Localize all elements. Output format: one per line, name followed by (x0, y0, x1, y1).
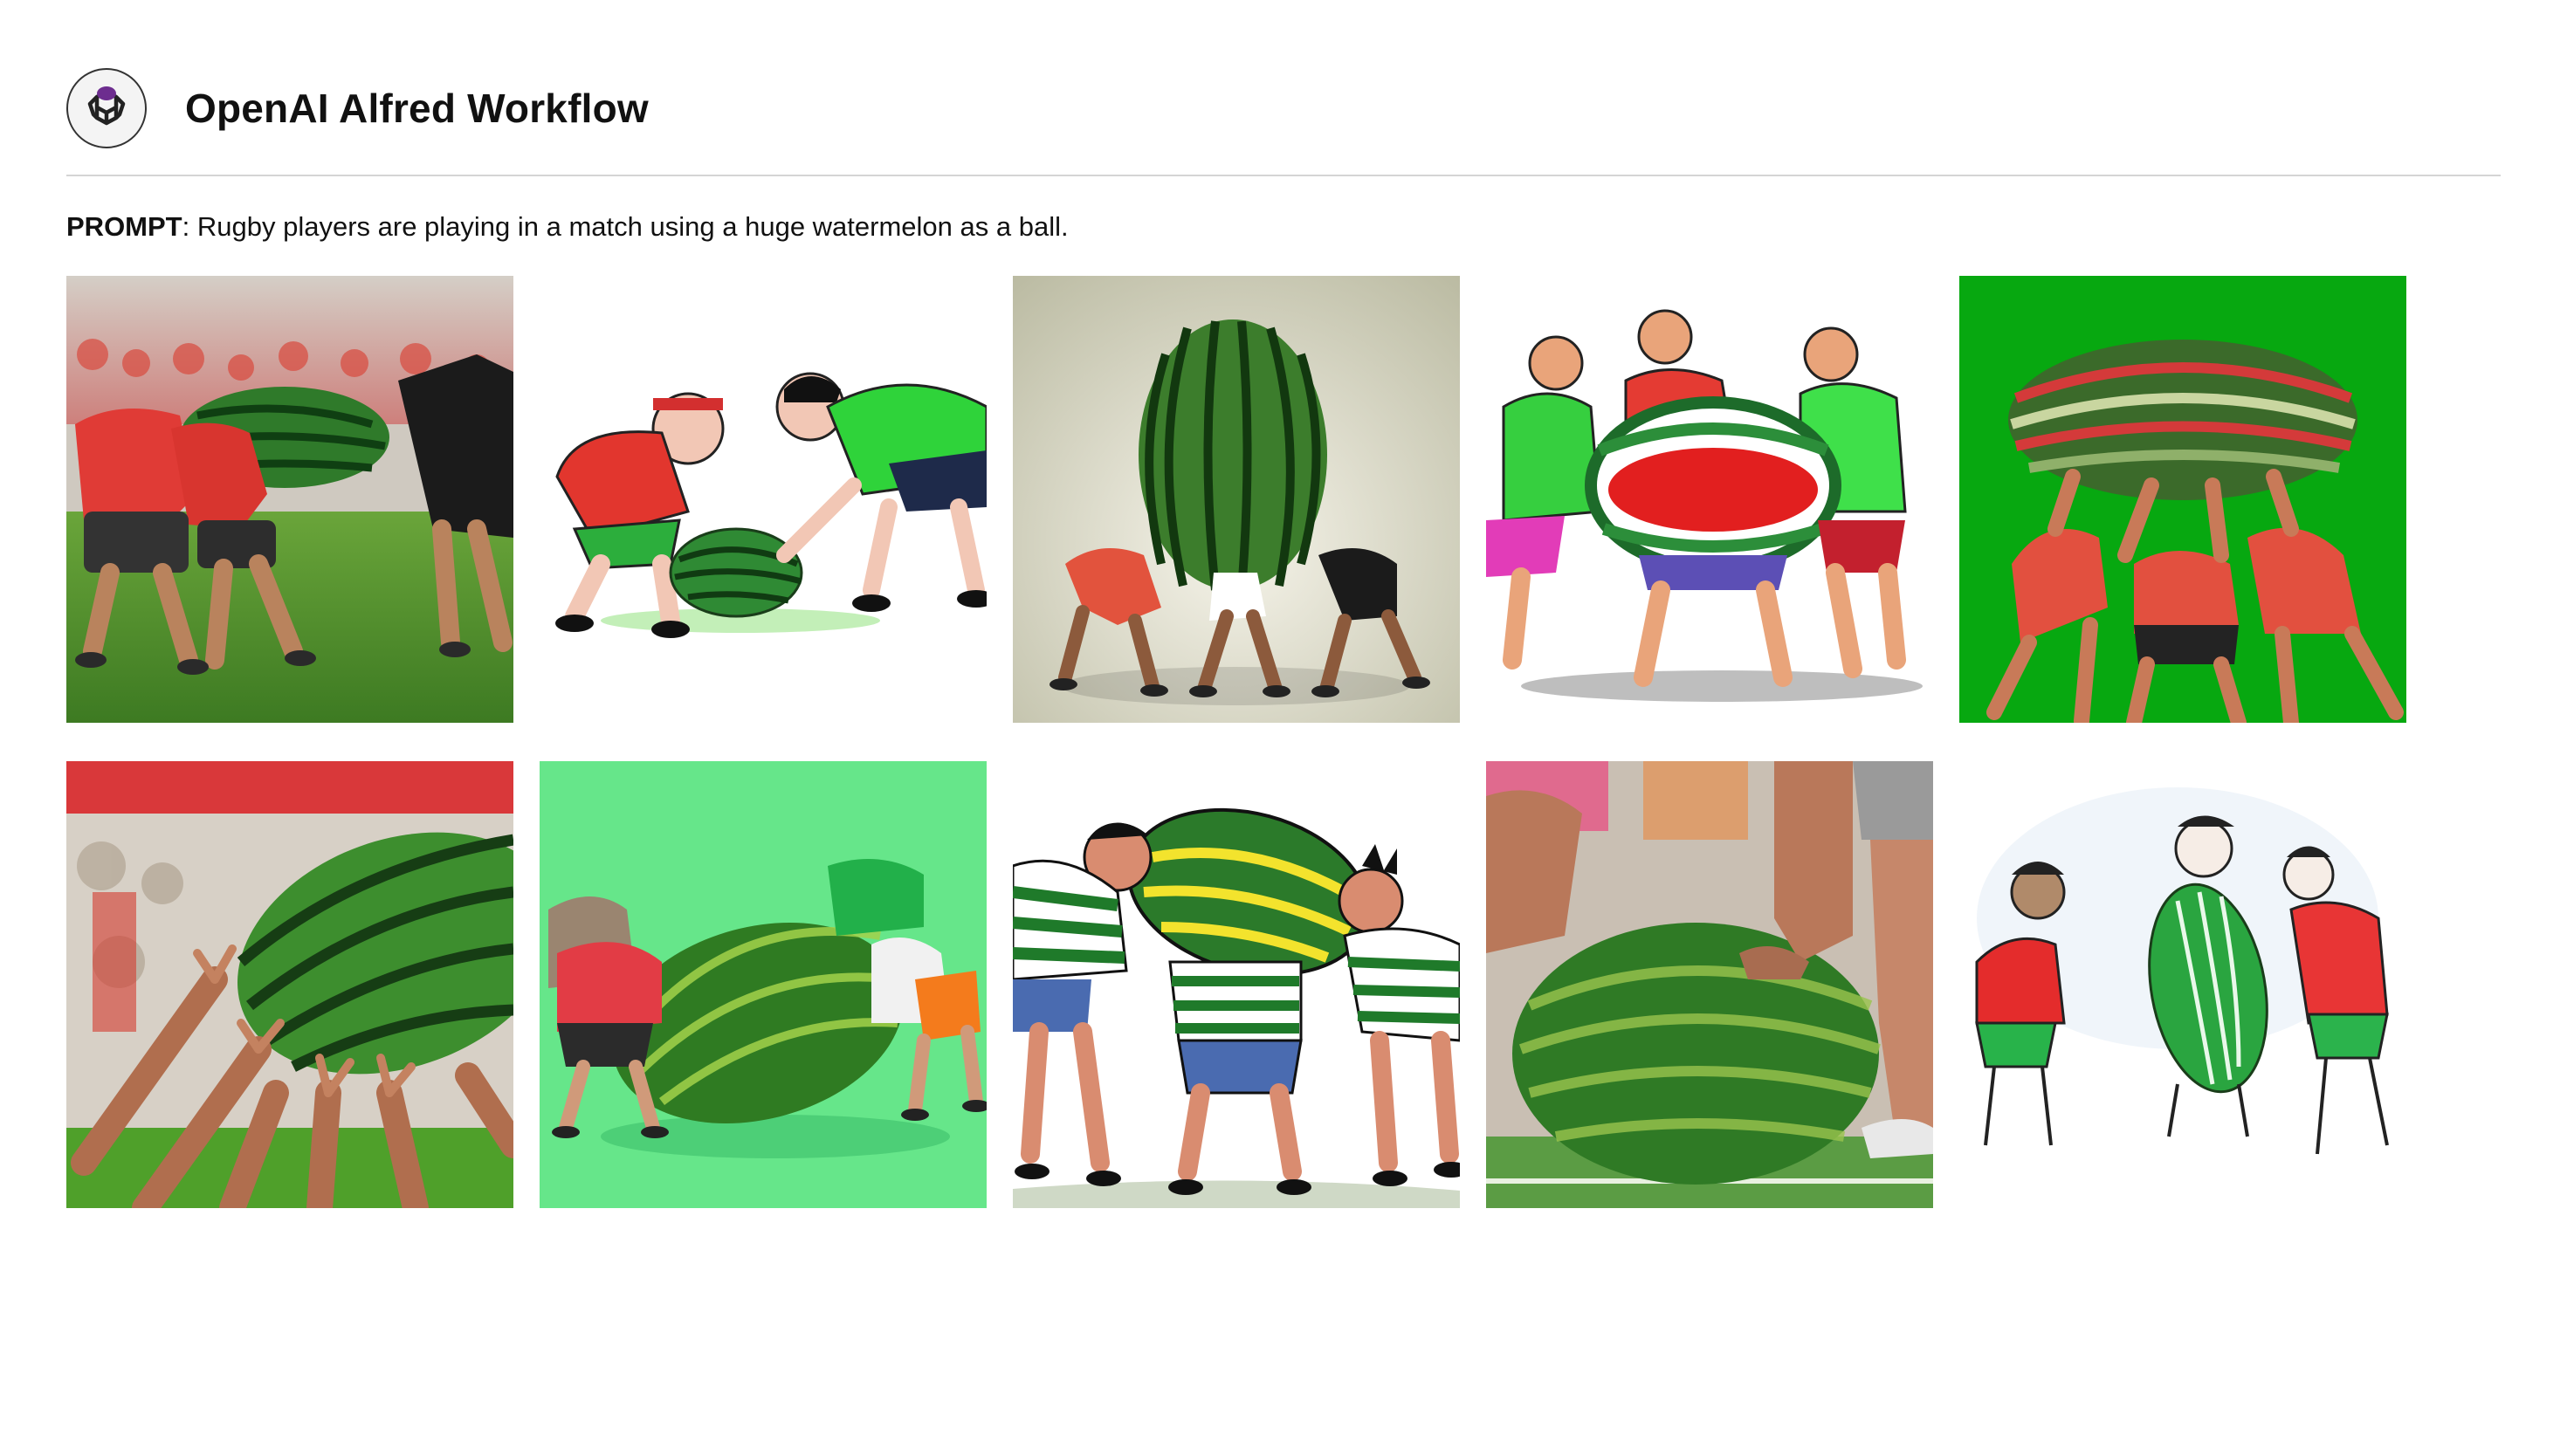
generated-image-4[interactable] (1486, 276, 1933, 723)
generated-image-8[interactable] (1013, 761, 1460, 1208)
prompt-label: PROMPT (66, 211, 182, 242)
generated-image-1[interactable] (66, 276, 513, 723)
image-grid (66, 276, 2406, 1208)
generated-image-10[interactable] (1959, 761, 2406, 1208)
openai-logo-icon (66, 68, 147, 148)
prompt-line: PROMPT: Rugby players are playing in a m… (66, 209, 1069, 244)
header: OpenAI Alfred Workflow (66, 66, 649, 150)
generated-image-5[interactable] (1959, 276, 2406, 723)
image-8-art (1013, 761, 1460, 1208)
generated-image-3[interactable] (1013, 276, 1460, 723)
image-6-art (66, 761, 513, 1208)
header-divider (66, 175, 2501, 176)
generated-image-6[interactable] (66, 761, 513, 1208)
image-5-art (1959, 276, 2406, 723)
prompt-text: Rugby players are playing in a match usi… (196, 211, 1069, 242)
image-4-art (1486, 276, 1933, 723)
image-3-art (1013, 276, 1460, 723)
image-7-art (540, 761, 987, 1208)
app-title: OpenAI Alfred Workflow (185, 86, 649, 131)
generated-image-2[interactable] (540, 276, 987, 723)
generated-image-7[interactable] (540, 761, 987, 1208)
generated-image-9[interactable] (1486, 761, 1933, 1208)
image-1-art (66, 276, 513, 723)
image-10-art (1959, 761, 2406, 1208)
image-2-art (540, 276, 987, 723)
prompt-separator: : (182, 211, 197, 242)
workflow-window: OpenAI Alfred Workflow PROMPT: Rugby pla… (0, 0, 2567, 1456)
image-9-art (1486, 761, 1933, 1208)
